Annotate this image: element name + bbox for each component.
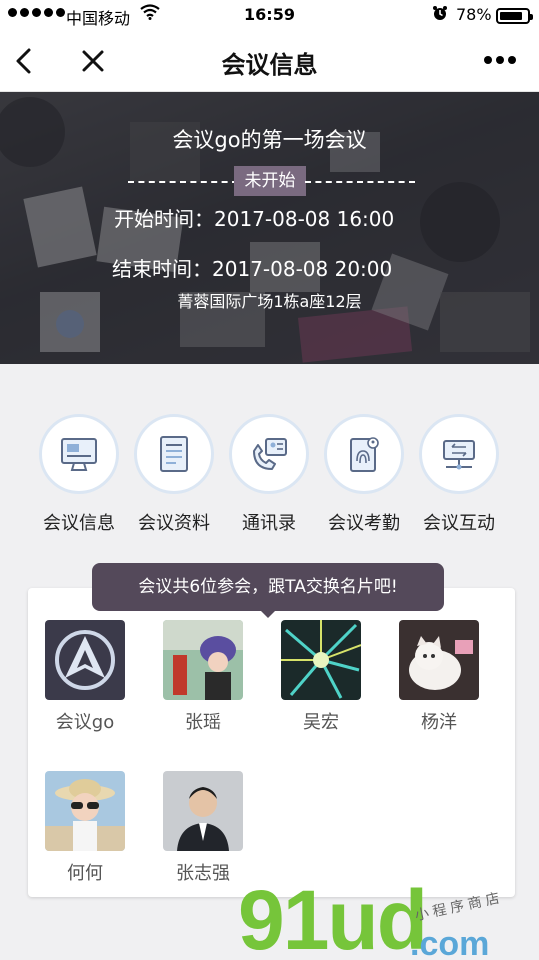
monitor-icon [39, 414, 119, 494]
phone-contact-icon [229, 414, 309, 494]
meeting-banner: 会议go的第一场会议 未开始 开始时间：2017-08-08 16:00 结束时… [0, 92, 539, 364]
participant-item[interactable]: 张瑶 [158, 620, 248, 734]
fingerprint-icon [324, 414, 404, 494]
avatar [45, 771, 125, 851]
menu-item-contacts[interactable]: 通讯录 [221, 410, 317, 535]
participant-name: 何何 [67, 863, 103, 884]
alarm-icon [432, 5, 448, 25]
participant-name: 会议go [55, 712, 115, 733]
participants-tip: 会议共6位参会，跟TA交换名片吧! [92, 563, 444, 618]
function-menu: 会议信息 会议资料 通讯录 会议考勤 会议互动 [0, 410, 539, 540]
participant-item[interactable]: 何何 [40, 771, 130, 885]
avatar [399, 620, 479, 700]
watermark-domain: .com [410, 925, 490, 960]
page-title: 会议信息 [221, 51, 318, 79]
end-time-label: 结束时间： [112, 257, 212, 281]
end-time-row: 结束时间：2017-08-08 20:00 [112, 253, 392, 282]
participant-item[interactable]: 张志强 [158, 771, 248, 885]
participant-name: 杨洋 [421, 712, 457, 733]
document-icon [134, 414, 214, 494]
avatar [163, 771, 243, 851]
divider-right [305, 181, 415, 183]
participant-name: 吴宏 [303, 712, 339, 733]
menu-item-label: 会议互动 [423, 513, 495, 534]
menu-item-label: 会议信息 [43, 513, 115, 534]
menu-item-meeting-info[interactable]: 会议信息 [31, 410, 127, 535]
meeting-title: 会议go的第一场会议 [172, 128, 367, 152]
menu-item-attendance[interactable]: 会议考勤 [316, 410, 412, 535]
battery-icon [496, 8, 533, 24]
avatar [163, 620, 243, 700]
menu-item-label: 会议考勤 [328, 513, 400, 534]
participant-item[interactable]: 杨洋 [394, 620, 484, 734]
battery-percent: 78% [456, 5, 492, 24]
menu-item-label: 通讯录 [242, 513, 296, 534]
network-icon [419, 414, 499, 494]
menu-item-label: 会议资料 [138, 513, 210, 534]
meeting-address: 菁蓉国际广场1栋a座12层 [177, 292, 362, 311]
start-time-row: 开始时间：2017-08-08 16:00 [114, 203, 394, 232]
participant-name: 张瑶 [185, 712, 221, 733]
divider-left [128, 181, 238, 183]
avatar [45, 620, 125, 700]
watermark-brand: 91ud [238, 873, 428, 960]
navigation-bar: 会议信息 [0, 32, 539, 92]
participant-item[interactable]: 吴宏 [276, 620, 366, 734]
menu-item-interaction[interactable]: 会议互动 [411, 410, 507, 535]
avatar [281, 620, 361, 700]
menu-item-meeting-materials[interactable]: 会议资料 [126, 410, 222, 535]
start-time-value: 2017-08-08 16:00 [214, 207, 395, 231]
meeting-status-badge: 未开始 [234, 166, 306, 196]
participants-card: 会议go 张瑶 吴宏 杨洋 何何 张志强 [28, 588, 515, 897]
participant-item[interactable]: 会议go [40, 620, 130, 734]
more-options-icon[interactable] [484, 56, 516, 64]
status-bar: 中国移动 16:59 78% [0, 0, 539, 32]
participant-name: 张志强 [176, 863, 230, 884]
end-time-value: 2017-08-08 20:00 [212, 257, 393, 281]
start-time-label: 开始时间： [114, 207, 214, 231]
